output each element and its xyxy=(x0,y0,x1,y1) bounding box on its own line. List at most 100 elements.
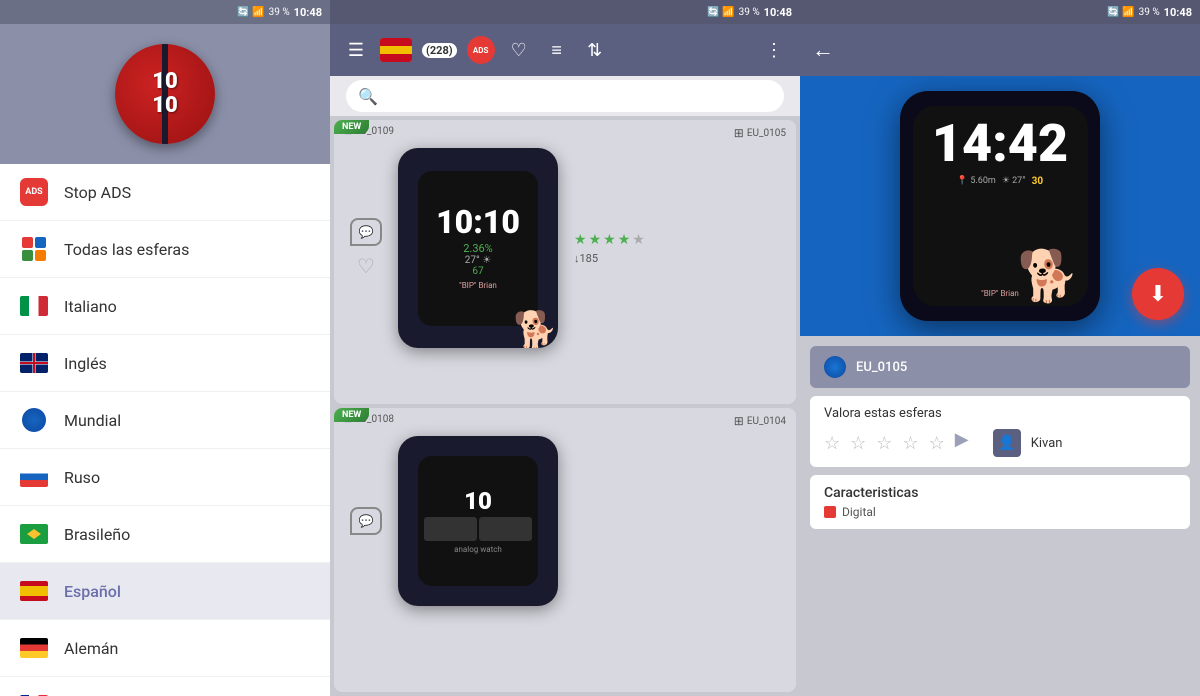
star-5[interactable]: ☆ xyxy=(929,433,945,454)
app-logo-area: 10 10 xyxy=(0,24,330,164)
flag-ingles-icon xyxy=(20,349,48,377)
download-fab-button[interactable]: ⬇ xyxy=(1132,268,1184,320)
flag-brasileno-icon xyxy=(20,520,48,548)
sidebar-label-todas-esferas: Todas las esferas xyxy=(64,240,189,259)
sidebar-menu: ADS Stop ADS Todas las esferas Italiano xyxy=(0,164,330,696)
sidebar-label-stop-ads: Stop ADS xyxy=(64,183,131,202)
battery-left: 39 % xyxy=(269,7,290,18)
user-avatar: 👤 xyxy=(993,429,1021,457)
sidebar-item-aleman[interactable]: Alemán xyxy=(0,620,330,677)
star-rating-0105: ★★★★★ xyxy=(574,232,780,248)
time-right: 10:48 xyxy=(1164,6,1192,19)
status-bar-middle: 🔄 📶 39 % 10:48 xyxy=(330,0,800,24)
user-name: Kivan xyxy=(1031,436,1063,451)
ads-icon: ADS xyxy=(20,178,48,206)
star-1[interactable]: ☆ xyxy=(824,433,840,454)
flag-frances-icon xyxy=(20,691,48,696)
comment-icon-0104[interactable]: 💬 xyxy=(350,507,382,535)
dog-character: 🐕 xyxy=(1017,252,1079,302)
card-right-0105: ★★★★★ ↓185 xyxy=(574,232,780,265)
more-options-icon[interactable]: ⋮ xyxy=(760,36,788,64)
flag-count-badge: (228) xyxy=(422,43,457,58)
new-badge-0104: NEW xyxy=(334,408,369,422)
battery-right: 39 % xyxy=(1139,7,1160,18)
card-top-eu0105: ⊞ EU_0109 EU_0105 xyxy=(334,120,796,140)
caracteristicas-title: Caracteristicas xyxy=(824,485,1176,501)
status-bar-left: 🔄 📶 39 % 10:48 xyxy=(0,0,330,24)
star-4[interactable]: ☆ xyxy=(902,433,918,454)
big-watch-screen: 14:42 📍 5.60m ☀ 27° 30 🐕 "BIP" Brian xyxy=(913,106,1088,306)
flag-aleman-icon xyxy=(20,634,48,662)
status-icons-right: 🔄 📶 xyxy=(1107,7,1134,18)
download-icon: ⬇ xyxy=(1149,282,1167,307)
flag-badge[interactable] xyxy=(380,38,412,62)
sidebar-item-italiano[interactable]: Italiano xyxy=(0,278,330,335)
app-logo-text: 10 10 xyxy=(152,70,178,118)
flag-mundial-icon xyxy=(20,406,48,434)
hamburger-menu-icon[interactable]: ☰ xyxy=(342,36,370,64)
right-toolbar: ← xyxy=(800,24,1200,76)
big-watch-preview: 14:42 📍 5.60m ☀ 27° 30 🐕 "BIP" Brian xyxy=(900,91,1100,321)
dog-name: "BIP" Brian xyxy=(981,289,1019,298)
heart-toolbar-icon[interactable]: ♡ xyxy=(505,36,533,64)
watch-screen-0104: 10 analog watch xyxy=(418,456,538,586)
panel-right: 🔄 📶 39 % 10:48 ← 14:42 📍 5.60m ☀ 27° 30 … xyxy=(800,0,1200,696)
watch-image-0105[interactable]: 10:10 2.36% 27° ☀ 67 "BIP" Brian 🐕 xyxy=(398,148,558,348)
middle-search-area: 🔍 xyxy=(330,76,800,116)
sidebar-label-espanol: Español xyxy=(64,582,121,601)
sidebar-item-brasileno[interactable]: Brasileño xyxy=(0,506,330,563)
status-icons-middle: 🔄 📶 xyxy=(707,7,734,18)
sidebar-label-aleman: Alemán xyxy=(64,639,118,658)
filter-icon[interactable]: ≡ xyxy=(543,36,571,64)
star-2[interactable]: ☆ xyxy=(850,433,866,454)
battery-middle: 39 % xyxy=(739,7,760,18)
card-top-eu0104: ⊞ EU_0108 EU_0104 xyxy=(334,408,796,428)
flag-italiano-icon xyxy=(20,292,48,320)
download-count-0105: ↓185 xyxy=(574,252,780,265)
sort-icon[interactable]: ⇅ xyxy=(581,36,609,64)
sidebar-label-ruso: Ruso xyxy=(64,468,100,487)
big-watch-time: 14:42 xyxy=(932,118,1068,170)
back-button[interactable]: ← xyxy=(812,37,834,63)
send-rating-button[interactable]: ▶ xyxy=(955,429,983,457)
sidebar-label-brasileno: Brasileño xyxy=(64,525,130,544)
watch-card-eu0105[interactable]: ⊞ EU_0109 EU_0105 NEW 💬 ♡ 10:10 2.36% 27… xyxy=(334,120,796,404)
watch-image-0104[interactable]: 10 analog watch xyxy=(398,436,558,606)
sidebar-label-mundial: Mundial xyxy=(64,411,121,430)
right-info-section: EU_0105 Valora estas esferas ☆ ☆ ☆ ☆ ☆ ▶… xyxy=(800,336,1200,696)
sidebar-item-frances[interactable]: Francés xyxy=(0,677,330,696)
watch-id-label: EU_0105 xyxy=(856,360,907,375)
middle-content: ⊞ EU_0109 EU_0105 NEW 💬 ♡ 10:10 2.36% 27… xyxy=(330,116,800,696)
eu-label-0105: EU_0105 xyxy=(734,126,786,140)
sidebar-item-espanol[interactable]: Español xyxy=(0,563,330,620)
sidebar-item-ruso[interactable]: Ruso xyxy=(0,449,330,506)
middle-toolbar: ☰ (228) ADS ♡ ≡ ⇅ ⋮ xyxy=(330,24,800,76)
sidebar-label-italiano: Italiano xyxy=(64,297,117,316)
ads-toolbar-badge[interactable]: ADS xyxy=(467,36,495,64)
card-body-0105: 💬 ♡ 10:10 2.36% 27° ☀ 67 "BIP" Brian 🐕 xyxy=(334,140,796,356)
time-left: 10:48 xyxy=(294,6,322,19)
flag-espanol-icon xyxy=(20,577,48,605)
rating-title: Valora estas esferas xyxy=(824,406,1176,421)
search-icon: 🔍 xyxy=(358,87,378,106)
rating-section: Valora estas esferas ☆ ☆ ☆ ☆ ☆ ▶ 👤 Kivan xyxy=(810,396,1190,467)
watch-time-0105: 10:10 xyxy=(436,206,520,238)
watch-id-row: EU_0105 xyxy=(810,346,1190,388)
sidebar-item-todas-esferas[interactable]: Todas las esferas xyxy=(0,221,330,278)
time-middle: 10:48 xyxy=(764,6,792,19)
comment-icon-0105[interactable]: 💬 xyxy=(350,218,382,246)
panel-middle: 🔄 📶 39 % 10:48 ☰ (228) ADS ♡ ≡ ⇅ ⋮ 🔍 xyxy=(330,0,800,696)
status-icons-left: 🔄 📶 xyxy=(237,7,264,18)
watch-card-eu0104[interactable]: ⊞ EU_0108 EU_0104 NEW 💬 10 xyxy=(334,408,796,692)
eu-label-0104: EU_0104 xyxy=(734,414,786,428)
status-bar-right: 🔄 📶 39 % 10:48 xyxy=(800,0,1200,24)
rating-stars-row: ☆ ☆ ☆ ☆ ☆ ▶ 👤 Kivan xyxy=(824,429,1176,457)
sidebar-item-mundial[interactable]: Mundial xyxy=(0,392,330,449)
star-3[interactable]: ☆ xyxy=(876,433,892,454)
heart-icon-0105[interactable]: ♡ xyxy=(357,254,375,278)
watch-screen-0105: 10:10 2.36% 27° ☀ 67 "BIP" Brian xyxy=(418,171,538,326)
search-bar[interactable]: 🔍 xyxy=(346,80,784,112)
flag-ruso-icon xyxy=(20,463,48,491)
sidebar-item-ingles[interactable]: Inglés xyxy=(0,335,330,392)
sidebar-item-stop-ads[interactable]: ADS Stop ADS xyxy=(0,164,330,221)
